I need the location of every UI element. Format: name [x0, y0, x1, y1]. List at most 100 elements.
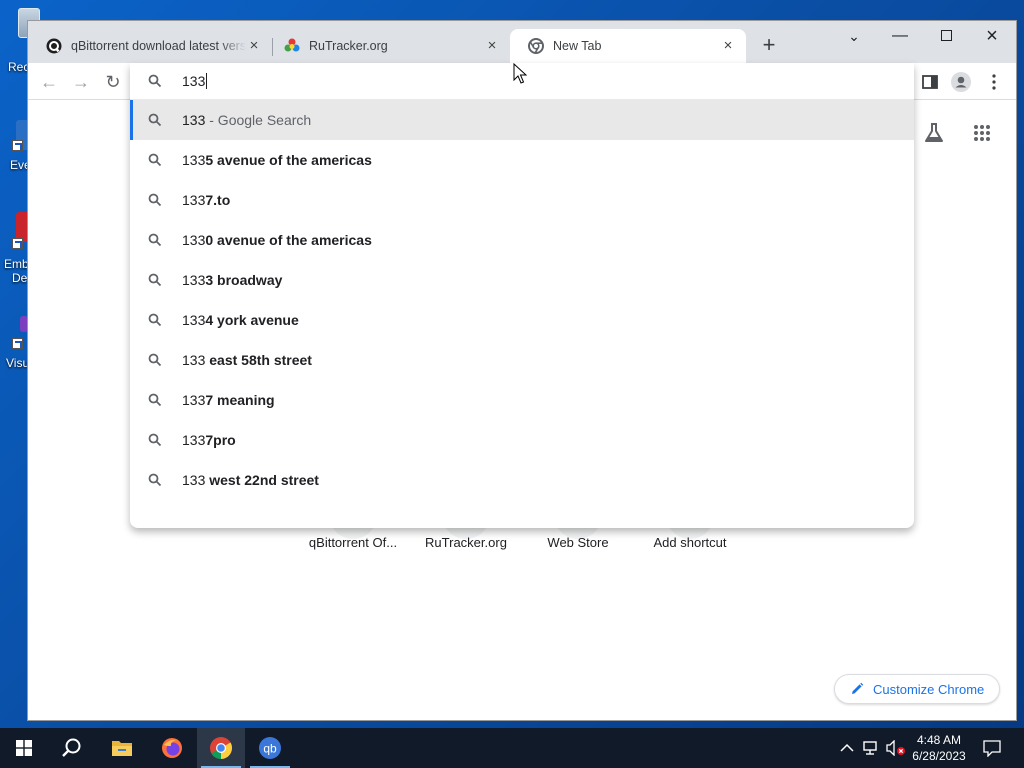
chrome-labs-icon[interactable]: [923, 122, 945, 144]
back-button[interactable]: ←: [38, 71, 60, 93]
volume-muted-icon[interactable]: [884, 728, 906, 768]
qbittorrent-icon: qb: [259, 737, 281, 759]
suggestion-completion-text: 3 broadway: [205, 272, 283, 288]
search-icon: [148, 473, 162, 487]
omnibox-suggestion[interactable]: 1333 broadway: [130, 260, 914, 300]
tab-rutracker[interactable]: RuTracker.org ×: [266, 29, 510, 63]
suggestion-typed-text: 133: [182, 152, 206, 168]
speaker-icon: [886, 740, 905, 756]
suggestion-completion-text: 5 avenue of the americas: [205, 152, 372, 168]
firefox-icon: [162, 738, 182, 758]
clock-time: 4:48 AM: [916, 733, 962, 747]
suggestion-typed-text: 133: [182, 392, 206, 408]
desktop-icon-embarcadero[interactable]: Emb De: [0, 212, 30, 285]
clock-date: 6/28/2023: [912, 749, 966, 763]
visual-studio-icon: [20, 316, 28, 332]
mouse-cursor-icon: [513, 63, 527, 84]
reload-button[interactable]: ↻: [102, 71, 124, 93]
chrome-favicon-icon: [528, 38, 544, 54]
svg-text:qb: qb: [263, 742, 277, 756]
omnibox-suggestion[interactable]: 1335 avenue of the americas: [130, 140, 914, 180]
suggestion-completion-text: 0 avenue of the americas: [205, 232, 372, 248]
chrome-menu-icon[interactable]: [984, 72, 1004, 92]
suggestion-text: 1330 avenue of the americas: [182, 232, 372, 248]
taskbar-qbittorrent[interactable]: qb: [246, 728, 294, 768]
start-button[interactable]: [0, 728, 48, 768]
minimize-button[interactable]: —: [877, 21, 923, 51]
search-icon: [148, 313, 162, 327]
suggestion-text: 1335 avenue of the americas: [182, 152, 372, 168]
profile-avatar-icon[interactable]: [951, 72, 971, 92]
rutracker-favicon-icon: [284, 38, 300, 52]
omnibox-input[interactable]: 133: [182, 73, 208, 89]
desktop-icon-label: Rec: [8, 60, 30, 74]
maximize-button[interactable]: [923, 21, 969, 51]
tab-close-icon[interactable]: ×: [720, 38, 736, 54]
desktop-icon-label: Visu: [6, 356, 30, 370]
taskbar-clock[interactable]: 4:48 AM 6/28/2023: [905, 732, 973, 764]
forward-button[interactable]: →: [70, 71, 92, 93]
search-icon: [62, 738, 81, 757]
taskbar-file-explorer[interactable]: [98, 728, 146, 768]
desktop-icon-visual-studio[interactable]: Visu: [0, 316, 30, 370]
suggestion-text: 133 east 58th street: [182, 352, 312, 368]
pencil-icon: [852, 682, 864, 694]
chrome-icon: [210, 737, 232, 759]
tab-new-tab[interactable]: New Tab ×: [510, 29, 746, 63]
google-apps-icon[interactable]: [973, 124, 991, 142]
tab-close-icon[interactable]: ×: [484, 38, 500, 54]
chrome-window: qBittorrent download latest vers × RuTra…: [28, 21, 1016, 720]
suggestion-typed-text: 133: [182, 312, 206, 328]
shortcut-arrow-icon: [12, 140, 23, 151]
tab-title: New Tab: [553, 39, 602, 53]
close-window-button[interactable]: ×: [969, 21, 1015, 51]
suggestion-completion-text: east 58th street: [205, 352, 312, 368]
desktop-icon-event[interactable]: Eve: [0, 120, 31, 172]
omnibox-suggestion[interactable]: 1337pro: [130, 420, 914, 460]
shortcut-label: Add shortcut: [653, 535, 727, 550]
shortcut-label: Web Store: [547, 535, 609, 550]
suggestion-text: 1334 york avenue: [182, 312, 299, 328]
network-monitor-icon: [863, 741, 877, 755]
suggestion-typed-text: 133: [182, 112, 206, 128]
notification-center-button[interactable]: [980, 728, 1004, 768]
suggestion-completion-text: west 22nd street: [205, 472, 319, 488]
text-caret: [206, 73, 208, 89]
omnibox-suggestion[interactable]: 1337 meaning: [130, 380, 914, 420]
taskbar-firefox[interactable]: [148, 728, 196, 768]
suggestion-text: 1333 broadway: [182, 272, 282, 288]
desktop-icon-recycle-bin[interactable]: Rec: [0, 8, 40, 74]
new-tab-button[interactable]: +: [758, 34, 780, 57]
suggestion-typed-text: 133: [182, 472, 206, 488]
taskbar-search-button[interactable]: [48, 728, 96, 768]
taskbar-chrome[interactable]: [197, 728, 245, 768]
omnibox-suggestion[interactable]: 133 west 22nd street: [130, 460, 914, 500]
suggestion-typed-text: 133: [182, 432, 206, 448]
tab-search-chevron-icon[interactable]: ⌄: [831, 21, 877, 51]
tray-overflow-chevron-icon[interactable]: [838, 728, 856, 768]
tab-close-icon[interactable]: ×: [246, 38, 262, 54]
maximize-icon: [940, 30, 952, 42]
desktop-icon-label: De: [12, 271, 28, 285]
suggestion-completion-text: 7pro: [205, 432, 236, 448]
omnibox-suggestion[interactable]: 133 east 58th street: [130, 340, 914, 380]
omnibox-suggestion[interactable]: 133 - Google Search: [130, 100, 914, 140]
omnibox-suggestion[interactable]: 1330 avenue of the americas: [130, 220, 914, 260]
shortcut-label: qBittorrent Of...: [308, 535, 398, 550]
customize-chrome-button[interactable]: Customize Chrome: [834, 674, 1000, 704]
search-icon: [148, 353, 162, 367]
suggestion-suffix-text: - Google Search: [205, 112, 312, 128]
notification-icon: [983, 740, 1001, 757]
tab-title: RuTracker.org: [309, 39, 388, 53]
side-panel-icon[interactable]: [920, 72, 940, 92]
suggestion-completion-text: 7.to: [205, 192, 231, 208]
search-icon: [148, 74, 162, 88]
suggestion-text: 1337pro: [182, 432, 236, 448]
omnibox-suggestion[interactable]: 1337.to: [130, 180, 914, 220]
customize-chrome-label: Customize Chrome: [873, 681, 985, 697]
network-icon[interactable]: [860, 728, 882, 768]
suggestion-completion-text: 7 meaning: [205, 392, 275, 408]
suggestion-text: 133 west 22nd street: [182, 472, 319, 488]
tab-qbittorrent[interactable]: qBittorrent download latest vers ×: [28, 29, 272, 63]
omnibox-suggestion[interactable]: 1334 york avenue: [130, 300, 914, 340]
